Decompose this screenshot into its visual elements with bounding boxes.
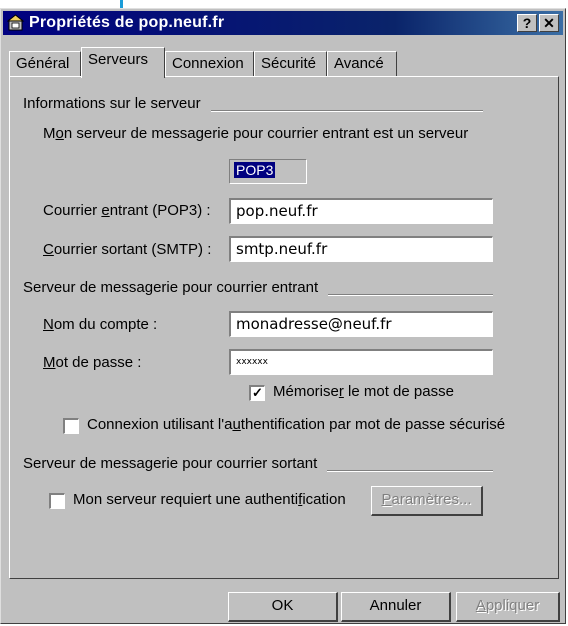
secure-auth-label[interactable]: Connexion utilisant l'authentification p… bbox=[87, 416, 505, 433]
secure-auth-checkbox[interactable] bbox=[63, 418, 79, 434]
smtp-auth-label[interactable]: Mon serveur requiert une authentificatio… bbox=[73, 491, 346, 508]
tab-avance[interactable]: Avancé bbox=[327, 51, 397, 76]
apply-button[interactable]: Appliquer bbox=[456, 592, 560, 622]
tab-general[interactable]: Général bbox=[9, 51, 81, 76]
window-title: Propriétés de pop.neuf.fr bbox=[29, 14, 225, 31]
ok-button[interactable]: OK bbox=[228, 592, 338, 622]
password-label: Mot de passe : bbox=[43, 354, 142, 371]
server-type-select[interactable]: POP3 bbox=[229, 159, 307, 184]
incoming-server-group-title: Serveur de messagerie pour courrier entr… bbox=[23, 279, 329, 296]
server-info-group-title: Informations sur le serveur bbox=[23, 95, 211, 112]
incoming-type-text: Mon serveur de messagerie pour courrier … bbox=[43, 125, 469, 142]
incoming-server-field[interactable]: pop.neuf.fr bbox=[229, 198, 493, 224]
properties-dialog: Propriétés de pop.neuf.fr ? ✕ Général Se… bbox=[0, 8, 566, 624]
outgoing-server-label: Courrier sortant (SMTP) : bbox=[43, 241, 212, 258]
outgoing-server-group-title: Serveur de messagerie pour courrier sort… bbox=[23, 455, 328, 472]
cancel-button[interactable]: Annuler bbox=[341, 592, 451, 622]
smtp-auth-checkbox[interactable] bbox=[49, 493, 65, 509]
server-type-value: POP3 bbox=[234, 162, 276, 178]
close-button[interactable]: ✕ bbox=[539, 14, 559, 32]
mail-server-icon bbox=[7, 14, 25, 31]
tab-connexion[interactable]: Connexion bbox=[165, 51, 254, 76]
account-name-label: Nom du compte : bbox=[43, 316, 158, 333]
tab-serveurs[interactable]: Serveurs bbox=[81, 47, 165, 78]
title-bar[interactable]: Propriétés de pop.neuf.fr ? ✕ bbox=[3, 11, 563, 35]
remember-password-checkbox[interactable]: ✓ bbox=[249, 385, 265, 401]
password-field[interactable]: xxxxxx bbox=[229, 349, 493, 375]
account-name-field[interactable]: monadresse@neuf.fr bbox=[229, 311, 493, 337]
incoming-server-label: Courrier entrant (POP3) : bbox=[43, 202, 211, 219]
remember-password-label[interactable]: Mémoriser le mot de passe bbox=[273, 383, 454, 400]
outgoing-server-field[interactable]: smtp.neuf.fr bbox=[229, 236, 493, 262]
help-button[interactable]: ? bbox=[517, 14, 537, 32]
tab-securite[interactable]: Sécurité bbox=[254, 51, 327, 76]
settings-button[interactable]: Paramètres... bbox=[371, 486, 483, 516]
